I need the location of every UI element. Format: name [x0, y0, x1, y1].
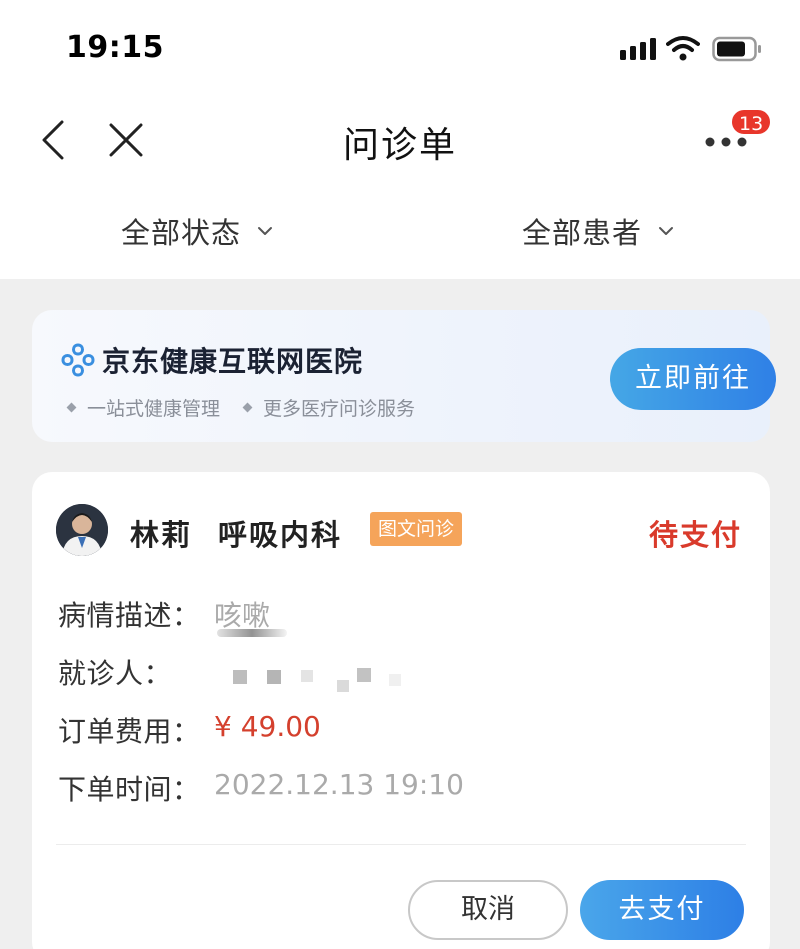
wifi-icon	[666, 36, 700, 61]
symptom-label: 病情描述：	[58, 599, 201, 632]
patient-name-redacted	[217, 660, 417, 694]
go-now-button[interactable]: 立即前往	[610, 348, 776, 410]
fee-value: ¥ 49.00	[214, 710, 321, 743]
doctor-name: 林莉	[130, 518, 193, 552]
status-filter[interactable]: 全部状态	[121, 210, 273, 252]
bullet-diamond-icon	[242, 402, 253, 413]
department: 呼吸内科	[218, 518, 343, 552]
patient-row: 就诊人：	[58, 652, 214, 692]
consultation-type-tag: 图文问诊	[370, 512, 463, 546]
doctor-avatar	[56, 504, 108, 556]
order-status: 待支付	[648, 518, 742, 552]
symptom-value: 咳嗽	[214, 599, 271, 632]
order-time-label: 下单时间：	[58, 773, 201, 806]
banner-subtitle-2: 更多医疗问诊服务	[242, 394, 416, 421]
banner-title: 京东健康互联网医院	[102, 345, 364, 378]
divider	[56, 844, 746, 845]
patient-filter[interactable]: 全部患者	[522, 210, 674, 252]
bullet-diamond-icon	[66, 402, 77, 413]
order-time-value: 2022.12.13 19:10	[214, 768, 464, 801]
hospital-banner[interactable]: 京东健康互联网医院 一站式健康管理 更多医疗问诊服务 立即前往	[32, 310, 776, 442]
signal-icon	[620, 38, 656, 60]
status-time: 19:15	[66, 30, 164, 65]
jd-health-logo-icon	[61, 343, 95, 377]
battery-icon	[712, 36, 761, 62]
banner-subtitle-2-text: 更多医疗问诊服务	[263, 398, 416, 420]
fee-label: 订单费用：	[58, 715, 201, 748]
redaction-smudge	[217, 629, 287, 637]
banner-subtitle-1: 一站式健康管理	[66, 394, 221, 421]
page-title: 问诊单	[342, 125, 457, 166]
pay-button[interactable]: 去支付	[580, 880, 744, 940]
notification-badge: 13	[730, 108, 773, 136]
patient-label: 就诊人：	[58, 657, 173, 690]
chevron-down-icon	[258, 227, 273, 235]
banner-subtitle-1-text: 一站式健康管理	[87, 398, 221, 420]
patient-filter-label: 全部患者	[522, 216, 643, 250]
cancel-button[interactable]: 取消	[408, 880, 568, 940]
order-time-row: 下单时间： 2022.12.13 19:10	[58, 768, 464, 808]
symptom-row: 病情描述： 咳嗽	[58, 594, 270, 634]
fee-row: 订单费用： ¥ 49.00	[58, 710, 321, 750]
chevron-down-icon	[659, 227, 674, 235]
order-card[interactable]: 林莉 呼吸内科 图文问诊 待支付 病情描述： 咳嗽 就诊人： 订单费用： ¥ 4…	[32, 472, 770, 949]
status-filter-label: 全部状态	[121, 216, 242, 250]
